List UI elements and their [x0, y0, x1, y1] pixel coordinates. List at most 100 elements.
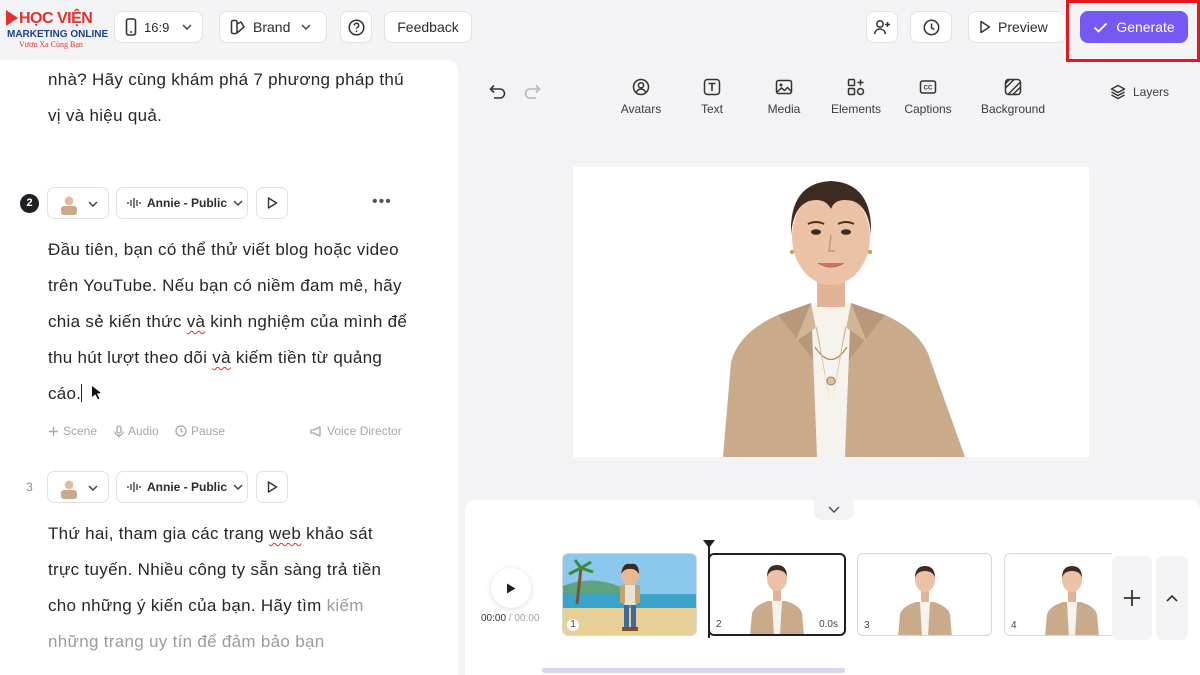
add-user-icon — [873, 20, 890, 35]
expand-timeline-button[interactable] — [1156, 556, 1188, 640]
play-scene-button[interactable] — [256, 471, 288, 503]
layers-button[interactable]: Layers — [1110, 84, 1169, 100]
time-current: 00:00 — [481, 613, 507, 624]
clip-duration: 0.0s — [819, 619, 838, 630]
avatar-icon — [632, 78, 650, 96]
mouse-pointer-icon — [92, 386, 102, 400]
logo: HỌC VIỆN MARKETING ONLINE Vươn Xa Cùng B… — [6, 8, 108, 50]
tool-background[interactable]: Background — [976, 78, 1050, 116]
feedback-button[interactable]: Feedback — [384, 11, 472, 43]
tool-text-label: Text — [700, 102, 723, 116]
brand-select[interactable]: Brand — [219, 11, 327, 43]
voice-select[interactable]: Annie - Public — [116, 187, 248, 219]
logo-line3: Vươn Xa Cùng Bạn — [19, 40, 83, 49]
clip-thumbnail — [1045, 566, 1099, 635]
avatar-thumbnail — [61, 196, 77, 215]
tool-elements-label: Elements — [830, 102, 882, 116]
play-scene-button[interactable] — [256, 187, 288, 219]
scene-3-text: Thứ hai, tham gia các trang — [48, 524, 270, 543]
tool-captions-label: Captions — [904, 102, 952, 116]
timeline-clip-4[interactable]: 4 — [1004, 553, 1112, 636]
collapse-timeline-button[interactable] — [814, 498, 854, 520]
aspect-ratio-select[interactable]: 16:9 — [114, 11, 203, 43]
image-icon — [775, 79, 793, 95]
timeline-clip-1[interactable]: 1 — [562, 553, 697, 636]
history-button[interactable] — [910, 11, 952, 43]
tool-media[interactable]: Media — [762, 78, 806, 116]
feedback-label: Feedback — [397, 19, 459, 35]
add-scene-timeline-button[interactable] — [1112, 556, 1152, 640]
phone-icon — [125, 18, 137, 36]
add-scene-button[interactable]: Scene — [48, 424, 97, 438]
share-button[interactable] — [866, 11, 898, 43]
help-button[interactable] — [340, 11, 372, 43]
brand-label: Brand — [253, 19, 291, 35]
add-audio-label: Audio — [128, 424, 159, 438]
add-audio-button[interactable]: Audio — [114, 424, 159, 438]
voice-director-button[interactable]: Voice Director — [310, 424, 402, 438]
play-icon — [267, 481, 277, 493]
chevron-down-icon — [233, 484, 243, 490]
background-icon — [1004, 78, 1022, 96]
avatar-select[interactable] — [47, 187, 109, 219]
undo-icon[interactable] — [488, 84, 506, 100]
elements-icon — [847, 78, 865, 96]
play-timeline-button[interactable] — [491, 568, 531, 608]
spellcheck-word: web — [269, 524, 302, 543]
add-pause-button[interactable]: Pause — [175, 424, 225, 438]
preview-button[interactable]: Preview — [968, 11, 1066, 43]
clip-index: 1 — [567, 619, 579, 631]
tool-elements[interactable]: Elements — [828, 78, 884, 116]
play-icon — [267, 197, 277, 209]
chevron-down-icon — [88, 485, 98, 491]
redo-icon[interactable] — [524, 84, 542, 100]
chevron-down-icon — [828, 505, 840, 513]
play-icon — [507, 583, 516, 593]
tool-background-label: Background — [980, 102, 1046, 116]
timeline-clip-2[interactable]: 2 0.0s — [708, 553, 846, 636]
aspect-ratio-label: 16:9 — [144, 19, 170, 35]
clip-index: 4 — [1011, 620, 1017, 631]
clip-index: 2 — [716, 619, 722, 630]
timeline-playhead[interactable] — [703, 540, 715, 638]
scene-number: 2 — [20, 194, 39, 213]
plus-icon — [49, 426, 58, 436]
tool-text[interactable]: Text — [692, 78, 732, 116]
tool-captions[interactable]: CC Captions — [900, 78, 956, 116]
svg-text:CC: CC — [924, 86, 933, 92]
voice-select[interactable]: Annie - Public — [116, 471, 248, 503]
preview-label: Preview — [998, 19, 1048, 35]
tool-avatars-label: Avatars — [620, 102, 662, 116]
more-options-icon[interactable]: ••• — [372, 193, 392, 211]
avatar-figure[interactable] — [573, 167, 1089, 457]
megaphone-icon — [310, 425, 321, 437]
captions-icon: CC — [919, 80, 937, 94]
chevron-up-icon — [1166, 594, 1178, 602]
scene-3-controls: 3 Annie - Public — [18, 471, 418, 503]
add-scene-label: Scene — [63, 424, 98, 438]
brand-kit-icon — [230, 19, 245, 35]
plus-icon — [1124, 590, 1140, 606]
generate-highlight-frame — [1066, 0, 1200, 62]
intro-paragraph[interactable]: nhà? Hãy cùng khám phá 7 phương pháp thú… — [48, 62, 408, 134]
voice-label: Annie - Public — [147, 196, 228, 210]
clip-index: 3 — [864, 620, 870, 631]
clip-thumbnail — [898, 566, 952, 635]
spellcheck-word: và — [186, 312, 206, 331]
scene-2-controls: 2 Annie - Public ••• — [18, 187, 418, 219]
scene-3-paragraph[interactable]: Thứ hai, tham gia các trang web khảo sát… — [48, 516, 408, 660]
timeline-clip-3[interactable]: 3 — [857, 553, 992, 636]
timeline-scrollbar[interactable] — [542, 668, 845, 673]
spellcheck-word: và — [212, 348, 231, 367]
logo-line1: HỌC VIỆN — [6, 10, 93, 28]
clock-icon — [923, 19, 939, 35]
text-cursor — [81, 384, 83, 402]
video-canvas[interactable] — [573, 167, 1089, 457]
chevron-down-icon — [88, 201, 98, 207]
voice-label: Annie - Public — [147, 480, 228, 494]
tool-avatars[interactable]: Avatars — [612, 78, 670, 116]
scene-2-paragraph[interactable]: Đầu tiên, bạn có thể thử viết blog hoặc … — [48, 232, 408, 412]
scene-2-actions: Scene Audio Pause Voice Director — [48, 424, 402, 442]
waveform-icon — [127, 482, 141, 492]
avatar-select[interactable] — [47, 471, 109, 503]
